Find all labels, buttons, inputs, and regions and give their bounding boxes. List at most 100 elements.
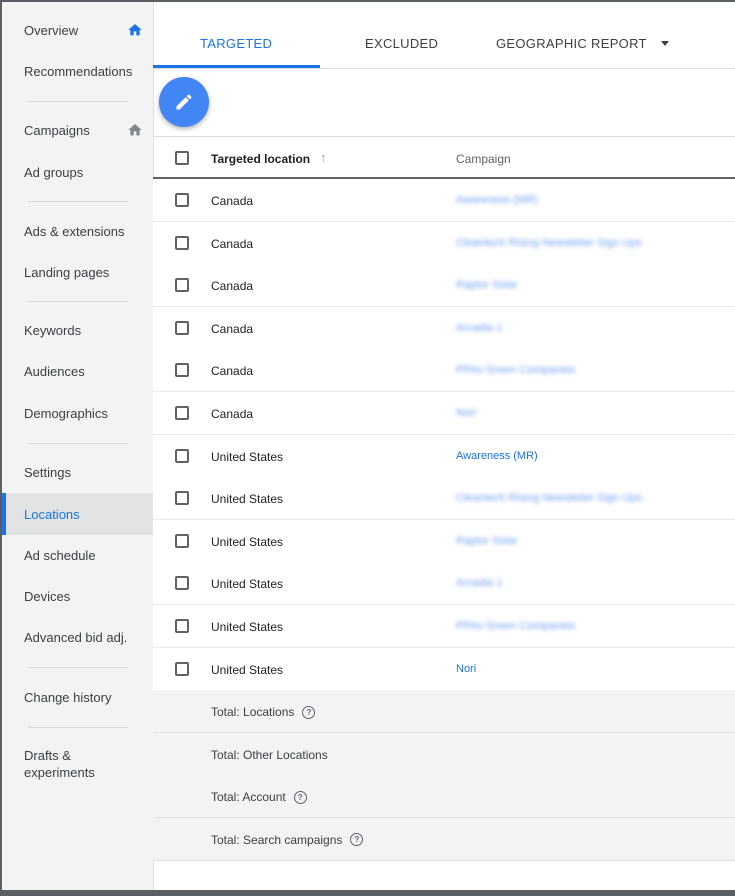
campaign-link[interactable]: Awareness (MR) bbox=[456, 194, 538, 206]
location-cell: Canada bbox=[211, 194, 254, 208]
edit-fab-button[interactable] bbox=[159, 77, 209, 127]
sidebar-item-label: Advanced bid adj. bbox=[24, 629, 128, 645]
sidebar-item-recommendations[interactable]: Recommendations bbox=[2, 51, 153, 91]
table-row: United States Nori bbox=[153, 647, 735, 691]
table-row: Canada Cleantech Rising Newsletter Sign U… bbox=[153, 221, 735, 265]
sidebar-item-settings[interactable]: Settings bbox=[2, 452, 153, 492]
row-checkbox[interactable] bbox=[175, 235, 189, 250]
total-row: Total: Other Locations bbox=[153, 732, 735, 776]
campaign-link[interactable]: Arcadia 1 bbox=[456, 322, 502, 334]
sidebar-item-ad-schedule[interactable]: Ad schedule bbox=[2, 535, 153, 575]
campaign-link[interactable]: PPAs Green Companies bbox=[456, 364, 575, 376]
campaign-link[interactable]: Awareness (MR) bbox=[456, 450, 538, 462]
campaign-link[interactable]: Arcadia 1 bbox=[456, 577, 502, 589]
arrow-up-icon[interactable]: ↑ bbox=[320, 150, 327, 165]
sidebar-item-label: Change history bbox=[24, 689, 112, 705]
tab-targeted[interactable]: TARGETED bbox=[200, 36, 272, 51]
location-cell: Canada bbox=[211, 407, 254, 421]
pencil-icon bbox=[176, 94, 192, 110]
row-checkbox[interactable] bbox=[175, 363, 189, 378]
location-cell: United States bbox=[211, 534, 284, 549]
sidebar-item-landing-pages[interactable]: Landing pages bbox=[2, 252, 153, 292]
sidebar-item-ad-groups[interactable]: Ad groups bbox=[2, 152, 153, 192]
total-label-text: Total: Other Locations bbox=[211, 747, 328, 762]
row-checkbox[interactable] bbox=[175, 619, 189, 633]
select-all-checkbox[interactable] bbox=[175, 151, 189, 165]
active-tab-indicator bbox=[153, 65, 320, 68]
total-row: Total: Account? bbox=[153, 775, 735, 819]
column-header-location[interactable]: Targeted location bbox=[211, 152, 310, 166]
table-row: United States PPAs Green Companies bbox=[153, 605, 735, 648]
table-row: United States Awareness (MR) bbox=[153, 434, 735, 478]
help-icon[interactable]: ? bbox=[350, 833, 364, 847]
nav-divider bbox=[28, 727, 128, 728]
sidebar-item-label: Audiences bbox=[24, 363, 85, 379]
sidebar-item-ads-extensions[interactable]: Ads & extensions bbox=[2, 211, 153, 251]
sidebar-item-label: Demographics bbox=[24, 405, 108, 421]
campaign-link[interactable]: Cleantech Rising Newsletter Sign Ups bbox=[456, 492, 642, 504]
total-label-text: Total: Search campaigns bbox=[211, 833, 343, 847]
table-row: United States Raptor Solar bbox=[153, 519, 735, 563]
sidebar-item-change-history[interactable]: Change history bbox=[2, 677, 153, 717]
sidebar-item-audiences[interactable]: Audiences bbox=[2, 351, 153, 391]
table-header: Targeted location ↑ Campaign bbox=[153, 137, 735, 179]
sidebar-item-label: Ad groups bbox=[24, 164, 84, 180]
nav-divider bbox=[28, 201, 128, 202]
sidebar-item-label: Settings bbox=[24, 464, 71, 480]
campaign-link[interactable]: Raptor Solar bbox=[456, 535, 518, 547]
table-row: Canada Arcadia 1 bbox=[153, 306, 735, 350]
sidebar-item-label: Ads & extensions bbox=[24, 223, 125, 239]
sidebar-item-demographics[interactable]: Demographics bbox=[2, 393, 153, 433]
sidebar-item-campaigns[interactable]: Campaigns bbox=[2, 110, 153, 150]
total-label: Total: Search campaigns? bbox=[211, 833, 364, 847]
campaign-link[interactable]: Nori bbox=[456, 407, 476, 419]
row-checkbox[interactable] bbox=[175, 448, 189, 463]
home-icon bbox=[128, 124, 142, 136]
row-checkbox[interactable] bbox=[175, 406, 189, 420]
column-header-campaign[interactable]: Campaign bbox=[456, 152, 511, 166]
total-label: Total: Other Locations bbox=[211, 748, 328, 762]
row-checkbox[interactable] bbox=[175, 320, 189, 335]
nav-divider bbox=[28, 101, 128, 102]
row-checkbox[interactable] bbox=[175, 576, 189, 591]
sidebar-item-label: Devices bbox=[24, 588, 71, 604]
row-checkbox[interactable] bbox=[175, 193, 189, 207]
row-checkbox[interactable] bbox=[175, 661, 189, 676]
total-row: Total: Search campaigns? bbox=[153, 818, 735, 861]
location-cell: Canada bbox=[211, 321, 254, 336]
sidebar-item-label: Drafts & experiments bbox=[24, 748, 95, 780]
table-row: United States Arcadia 1 bbox=[153, 562, 735, 606]
help-icon[interactable]: ? bbox=[302, 705, 316, 719]
campaign-link[interactable]: PPAs Green Companies bbox=[456, 620, 575, 632]
total-row: Total: Locations? bbox=[153, 690, 735, 734]
table-row: Canada Nori bbox=[153, 392, 735, 435]
help-icon[interactable]: ? bbox=[293, 790, 307, 804]
sidebar-item-drafts-experiments[interactable]: Drafts & experiments bbox=[2, 747, 122, 791]
chevron-down-icon[interactable] bbox=[661, 41, 669, 46]
tab-geographic-report[interactable]: GEOGRAPHIC REPORT bbox=[496, 36, 647, 51]
sidebar-item-label: Ad schedule bbox=[24, 547, 96, 563]
sidebar-item-devices[interactable]: Devices bbox=[2, 576, 153, 616]
nav-divider bbox=[28, 301, 128, 302]
row-checkbox[interactable] bbox=[175, 491, 189, 506]
sidebar-item-label: Keywords bbox=[24, 322, 82, 338]
location-cell: Canada bbox=[211, 279, 254, 294]
sidebar-item-keywords[interactable]: Keywords bbox=[2, 310, 153, 350]
row-checkbox[interactable] bbox=[175, 533, 189, 548]
location-cell: United States bbox=[211, 662, 284, 677]
campaign-link[interactable]: Nori bbox=[456, 663, 476, 675]
main-content: TARGETED EXCLUDED GEOGRAPHIC REPORT Targ… bbox=[153, 2, 735, 890]
sidebar-item-locations[interactable]: Locations bbox=[2, 493, 153, 535]
sidebar-item-overview[interactable]: Overview bbox=[2, 10, 153, 50]
nav-divider bbox=[28, 667, 128, 668]
row-checkbox[interactable] bbox=[175, 278, 189, 293]
tab-excluded[interactable]: EXCLUDED bbox=[365, 36, 438, 51]
home-icon bbox=[128, 24, 142, 36]
sidebar-item-advanced-bid-adj[interactable]: Advanced bid adj. bbox=[2, 617, 153, 657]
location-cell: United States bbox=[211, 449, 284, 464]
total-label: Total: Account? bbox=[211, 790, 307, 804]
campaign-link[interactable]: Cleantech Rising Newsletter Sign Ups bbox=[456, 237, 642, 249]
location-cell: Canada bbox=[211, 364, 254, 379]
location-cell: United States bbox=[211, 577, 284, 592]
campaign-link[interactable]: Raptor Solar bbox=[456, 279, 518, 291]
